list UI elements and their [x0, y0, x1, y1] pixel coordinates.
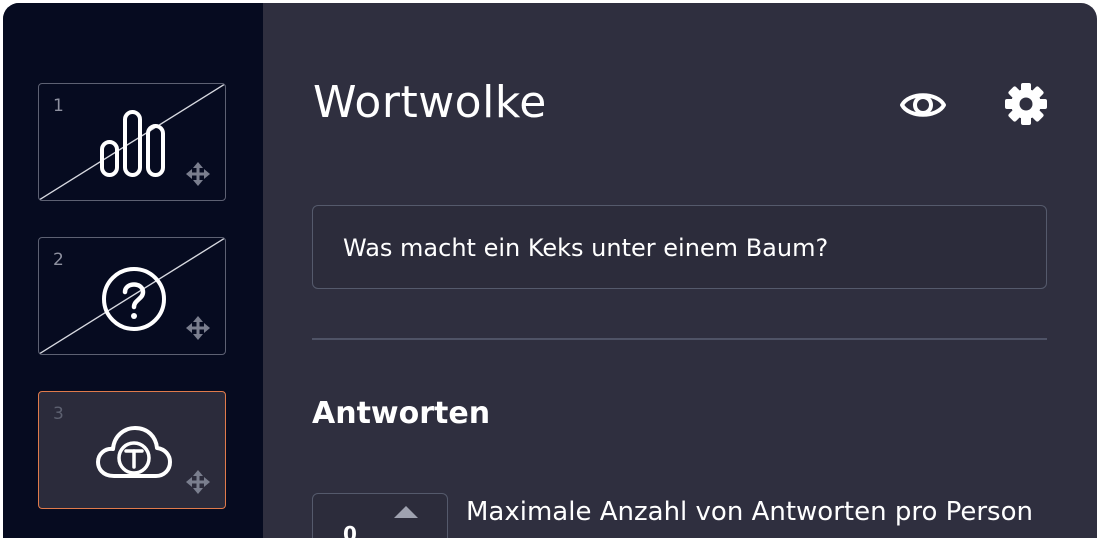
max-answers-label: Maximale Anzahl von Antworten pro Person	[466, 497, 1033, 527]
bar-chart-icon	[100, 110, 165, 177]
slide-thumbnail-2[interactable]: 2	[38, 237, 226, 355]
question-field[interactable]	[312, 205, 1047, 290]
caret-up-icon[interactable]	[393, 505, 419, 519]
slide-number: 3	[53, 404, 64, 424]
answers-heading: Antworten	[312, 396, 491, 431]
gear-icon[interactable]	[1004, 82, 1048, 126]
drag-handle-icon[interactable]	[184, 314, 212, 342]
divider	[312, 338, 1047, 340]
app-window: 1 2 3 Wortwolke Was macht ein Keks unter…	[3, 3, 1097, 538]
slide-thumbnail-3[interactable]: 3	[38, 391, 226, 509]
eye-icon[interactable]	[899, 85, 947, 125]
stepper-value: 0	[343, 522, 357, 538]
slide-thumbnail-1[interactable]: 1	[38, 83, 226, 201]
slide-sidebar: 1 2 3	[3, 3, 263, 538]
question-circle-icon	[102, 267, 166, 331]
drag-handle-icon[interactable]	[184, 468, 212, 496]
drag-handle-icon[interactable]	[184, 160, 212, 188]
editor-panel: Wortwolke Antworten	[263, 3, 1097, 538]
question-input[interactable]	[341, 206, 1035, 290]
cloud-text-icon	[96, 426, 172, 478]
max-answers-stepper[interactable]: 0	[312, 493, 448, 538]
page-title: Wortwolke	[313, 77, 547, 128]
